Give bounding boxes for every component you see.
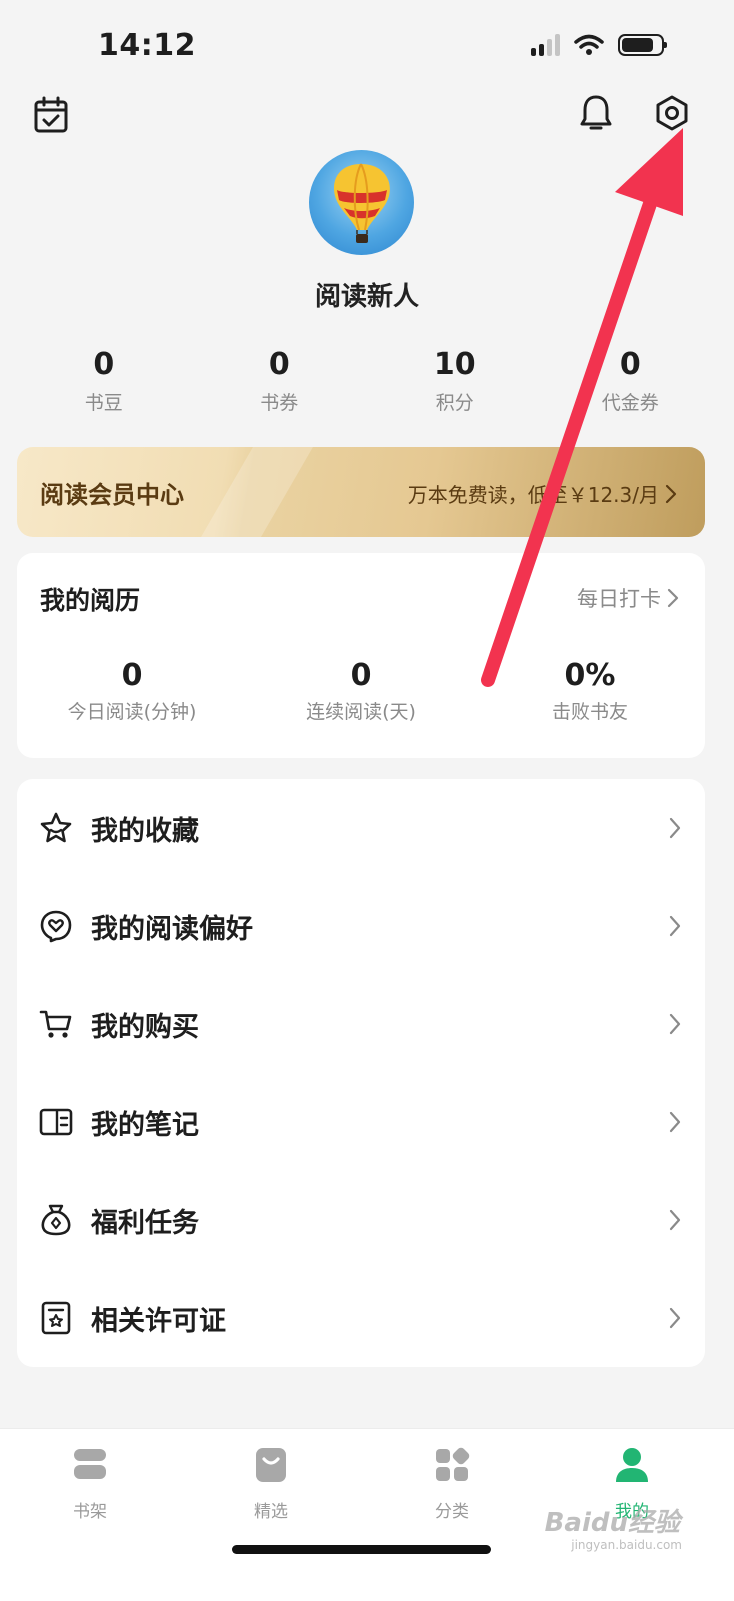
chevron-right-icon	[667, 588, 679, 608]
tab-category[interactable]: 分类	[392, 1445, 512, 1522]
vip-promo-text: 万本免费读，低至￥12.3/月	[407, 483, 659, 507]
stat-value: 0	[350, 658, 372, 693]
baidu-watermark: Baidu经验	[544, 1508, 680, 1538]
settings-icon[interactable]	[652, 92, 692, 134]
cellular-signal-icon	[531, 34, 560, 56]
menu-list: 我的收藏 我的阅读偏好 我的购买 我的笔记 福利任务 相关许可证	[17, 779, 705, 1367]
daily-checkin-label: 每日打卡	[577, 587, 661, 611]
wifi-icon	[574, 34, 604, 55]
hot-air-balloon-image	[334, 163, 390, 243]
vip-banner[interactable]: 阅读会员中心 万本免费读，低至￥12.3/月	[17, 447, 705, 537]
reading-history-title: 我的阅历	[40, 586, 141, 615]
menu-item-label: 相关许可证	[91, 1305, 226, 1337]
stat-value: 0%	[564, 658, 616, 693]
user-icon	[612, 1445, 652, 1485]
menu-item-favorites[interactable]: 我的收藏	[17, 779, 705, 877]
license-icon	[39, 1301, 73, 1335]
stat-label: 击败书友	[551, 701, 628, 723]
cart-icon	[39, 1007, 73, 1041]
menu-item-label: 我的笔记	[91, 1109, 199, 1141]
stat-value: 0	[268, 347, 290, 382]
menu-item-reading-preference[interactable]: 我的阅读偏好	[17, 877, 705, 975]
menu-item-label: 我的购买	[91, 1011, 199, 1043]
stat-label: 代金券	[601, 392, 659, 414]
chevron-right-icon	[669, 1111, 681, 1133]
heart-bubble-icon	[39, 909, 73, 943]
menu-item-label: 我的收藏	[91, 815, 199, 847]
menu-item-purchases[interactable]: 我的购买	[17, 975, 705, 1073]
notebook-icon	[39, 1105, 73, 1139]
streak-reading-stat: 0 连续阅读(天)	[261, 657, 461, 724]
menu-item-label: 我的阅读偏好	[91, 913, 253, 945]
calendar-checkin-icon[interactable]	[30, 94, 72, 136]
menu-item-label: 福利任务	[91, 1207, 199, 1239]
avatar[interactable]	[309, 150, 414, 255]
battery-icon	[618, 34, 667, 56]
stat-value: 0	[619, 347, 641, 382]
tab-label: 精选	[254, 1502, 288, 1522]
chevron-right-icon	[665, 484, 677, 503]
stat-label: 连续阅读(天)	[306, 701, 416, 723]
bookshelf-icon	[70, 1445, 110, 1485]
reward-bag-icon	[39, 1203, 73, 1237]
stat-value: 0	[121, 658, 143, 693]
chevron-right-icon	[669, 1209, 681, 1231]
stat-voucher[interactable]: 0 代金券	[543, 346, 719, 415]
beat-friends-stat: 0% 击败书友	[490, 657, 690, 724]
star-icon	[39, 811, 73, 845]
tab-bookshelf[interactable]: 书架	[30, 1445, 150, 1522]
status-icons	[531, 34, 667, 56]
vip-promo: 万本免费读，低至￥12.3/月	[408, 479, 677, 508]
baidu-watermark-site: jingyan.baidu.com	[571, 1538, 682, 1552]
category-grid-icon	[432, 1445, 472, 1485]
chevron-right-icon	[669, 1307, 681, 1329]
tab-label: 分类	[435, 1502, 469, 1522]
chevron-right-icon	[669, 817, 681, 839]
stat-label: 书券	[260, 392, 299, 414]
menu-item-licenses[interactable]: 相关许可证	[17, 1269, 705, 1367]
reading-history-card: 我的阅历 每日打卡 0 今日阅读(分钟) 0 连续阅读(天) 0% 击败书友	[17, 553, 705, 758]
tab-label: 书架	[73, 1502, 107, 1522]
bell-icon[interactable]	[576, 92, 616, 134]
status-time: 14:12	[98, 28, 196, 63]
shopping-bag-icon	[251, 1445, 291, 1485]
stat-label: 积分	[435, 392, 474, 414]
chevron-right-icon	[669, 1013, 681, 1035]
stat-value: 10	[433, 347, 476, 382]
today-reading-stat: 0 今日阅读(分钟)	[32, 657, 232, 724]
stat-points[interactable]: 10 积分	[367, 346, 543, 415]
tab-featured[interactable]: 精选	[211, 1445, 331, 1522]
nickname[interactable]: 阅读新人	[0, 276, 734, 313]
stat-label: 今日阅读(分钟)	[67, 701, 197, 723]
menu-item-notes[interactable]: 我的笔记	[17, 1073, 705, 1171]
vip-title: 阅读会员中心	[40, 481, 184, 509]
stat-value: 0	[93, 347, 115, 382]
stat-shudou[interactable]: 0 书豆	[16, 346, 192, 415]
home-indicator[interactable]	[232, 1545, 491, 1554]
stat-label: 书豆	[84, 392, 123, 414]
menu-item-reward-tasks[interactable]: 福利任务	[17, 1171, 705, 1269]
chevron-right-icon	[669, 915, 681, 937]
assets-stats: 0 书豆 0 书券 10 积分 0 代金券	[16, 346, 718, 415]
stat-shuquan[interactable]: 0 书券	[192, 346, 368, 415]
daily-checkin-link[interactable]: 每日打卡	[577, 583, 679, 613]
